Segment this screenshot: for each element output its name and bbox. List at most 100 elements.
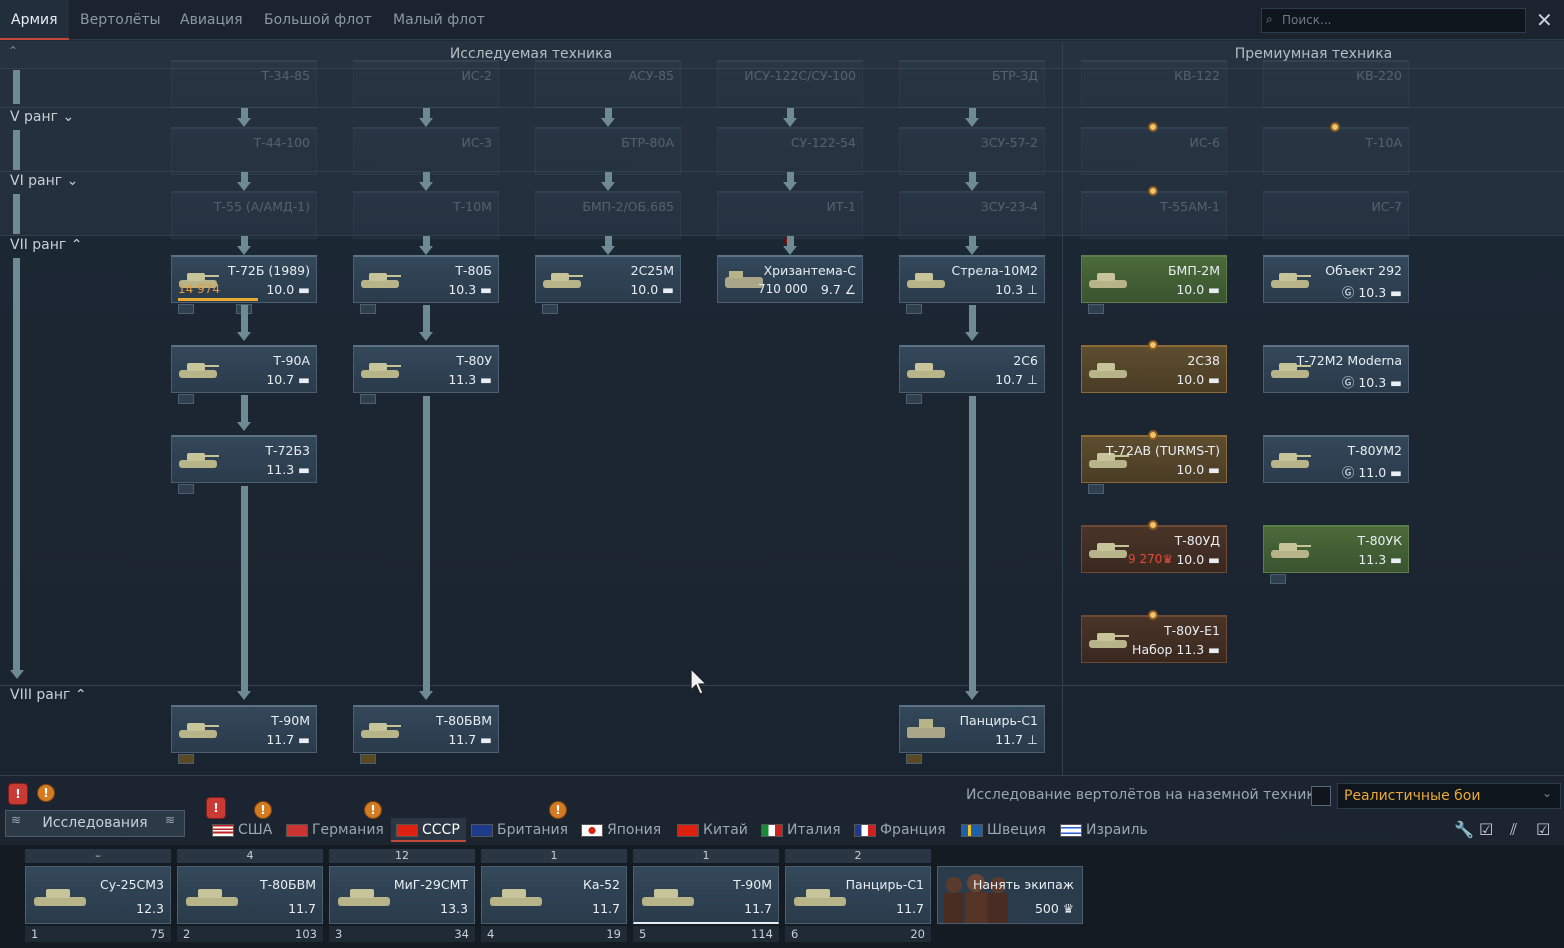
vehicle-card-t80uk[interactable]: Т-80УК 11.3 ▬: [1263, 525, 1409, 584]
hire-crew-button[interactable]: Нанять экипаж 500 ♛: [937, 866, 1083, 924]
rank-label-8[interactable]: VIII ранг ⌃: [10, 687, 87, 703]
crew-points: 34: [454, 927, 469, 941]
vehicle-card-locked[interactable]: БТР-ЗД: [899, 60, 1045, 108]
vehicle-name: ИСУ-122С/СУ-100: [744, 68, 856, 83]
vehicle-card-locked[interactable]: БТР-80А: [535, 127, 681, 175]
slot-vehicle-card[interactable]: Су-25СМ3 12.3: [25, 866, 171, 924]
vehicle-card-bmp2m[interactable]: БМП-2М 10.0 ▬: [1081, 255, 1227, 314]
nation-tab-italy[interactable]: Италия: [761, 818, 841, 842]
vehicle-card-khrizantema[interactable]: Хризантема-С 710 000 9.7 ∠: [717, 255, 863, 303]
vehicle-card-t80bvm[interactable]: Т-80БВМ 11.7 ▬: [353, 705, 499, 764]
tank-icon: [179, 453, 219, 468]
tab-bluewater-fleet[interactable]: Большой флот: [264, 0, 372, 40]
crew-slot[interactable]: 4 Т-80БВМ 11.7 2 103: [177, 849, 323, 942]
checkmark-box-icon[interactable]: ☑: [1479, 820, 1493, 839]
crew-slot[interactable]: 1 Т-90М 11.7 5 114: [633, 849, 779, 942]
nation-tab-britain[interactable]: Британия: [471, 818, 568, 842]
rank-label-7[interactable]: VII ранг ⌃: [10, 237, 82, 253]
battle-rating: 10.0 ▬: [266, 282, 310, 297]
chevron-down-icon[interactable]: ⌄: [1542, 786, 1552, 800]
wrench-icon[interactable]: 🔧: [1454, 820, 1474, 839]
game-mode-select[interactable]: Реалистичные бои: [1337, 783, 1561, 809]
rank-arrow-icon: [10, 670, 24, 679]
vehicle-card-t90a[interactable]: Т-90А 10.7 ▬: [171, 345, 317, 404]
vehicle-card-locked[interactable]: Т-10А: [1263, 127, 1409, 175]
nation-tab-israel[interactable]: Израиль: [1060, 818, 1148, 842]
vehicle-card-t80ud[interactable]: Т-80УД 9 270♛ 10.0 ▬: [1081, 525, 1227, 573]
close-icon[interactable]: ✕: [1536, 8, 1553, 32]
slot-vehicle-card[interactable]: МиГ-29СМТ 13.3: [329, 866, 475, 924]
slot-vehicle-card[interactable]: Т-80БВМ 11.7: [177, 866, 323, 924]
vehicle-card-locked[interactable]: АСУ-85: [535, 60, 681, 108]
vehicle-card-2s25m[interactable]: 2С25М 10.0 ▬: [535, 255, 681, 314]
vehicle-card-t90m[interactable]: Т-90М 11.7 ▬: [171, 705, 317, 764]
vehicle-card-locked[interactable]: ИС-2: [353, 60, 499, 108]
collapse-all-icon[interactable]: ⌃: [8, 44, 18, 58]
rank-label-5[interactable]: V ранг ⌄: [10, 109, 74, 125]
vehicle-card-t72b-1989[interactable]: Т-72Б (1989) 14 974 10.0 ▬: [171, 255, 317, 314]
vehicle-card-locked[interactable]: Т-44-100: [171, 127, 317, 175]
vehicle-name: ИТ-1: [826, 199, 856, 214]
vehicle-card-locked[interactable]: ИТ-1: [717, 191, 863, 239]
alert-icon[interactable]: !: [8, 783, 28, 805]
heli-research-checkbox[interactable]: [1311, 786, 1331, 806]
vehicle-card-strela-10m2[interactable]: Стрела-10М2 10.3 ⊥: [899, 255, 1045, 314]
search-input[interactable]: Поиск...: [1261, 8, 1526, 33]
repair-all-icon[interactable]: ⫽: [1510, 820, 1517, 840]
nation-tab-ussr[interactable]: СССР: [391, 818, 466, 842]
tree-arrow: [419, 246, 433, 255]
vehicle-card-locked[interactable]: ИС-3: [353, 127, 499, 175]
tab-aviation[interactable]: Авиация: [180, 0, 243, 40]
mouse-cursor-icon: [690, 668, 708, 695]
vehicle-card-t72m2-moderna[interactable]: Т-72М2 Moderna Ⓖ 10.3 ▬: [1263, 345, 1409, 393]
vehicle-card-locked[interactable]: Т-34-85: [171, 60, 317, 108]
nation-tab-china[interactable]: Китай: [677, 818, 748, 842]
crew-slot[interactable]: 2 Панцирь-С1 11.7 6 20: [785, 849, 931, 942]
vehicle-card-t80u-e1[interactable]: Т-80У-Е1 Набор 11.3 ▬: [1081, 615, 1227, 663]
checkmark-box-icon[interactable]: ☑: [1536, 820, 1550, 839]
tab-helicopters[interactable]: Вертолёты: [80, 0, 161, 40]
vehicle-card-locked[interactable]: КВ-220: [1263, 60, 1409, 108]
premium-marker-icon: [1148, 520, 1158, 530]
nation-tab-france[interactable]: Франция: [854, 818, 946, 842]
slot-vehicle-card[interactable]: Т-90М 11.7: [633, 866, 779, 924]
vehicle-card-object-292[interactable]: Объект 292 Ⓖ 10.3 ▬: [1263, 255, 1409, 303]
vehicle-card-locked[interactable]: ЗСУ-57-2: [899, 127, 1045, 175]
vehicle-card-t80b[interactable]: Т-80Б 10.3 ▬: [353, 255, 499, 314]
tab-army[interactable]: Армия: [0, 0, 69, 40]
vehicle-card-locked[interactable]: СУ-122-54: [717, 127, 863, 175]
tree-line: [969, 305, 976, 333]
vehicle-card-t80um2[interactable]: Т-80УМ2 Ⓖ 11.0 ▬: [1263, 435, 1409, 483]
tab-coastal-fleet[interactable]: Малый флот: [393, 0, 485, 40]
vehicle-card-t72b3[interactable]: Т-72Б3 11.3 ▬: [171, 435, 317, 494]
vehicle-card-locked[interactable]: ИСУ-122С/СУ-100: [717, 60, 863, 108]
crew-slot[interactable]: 12 МиГ-29СМТ 13.3 3 34: [329, 849, 475, 942]
vehicle-card-locked[interactable]: БМП-2/ОБ.685: [535, 191, 681, 239]
slot-vehicle-card[interactable]: Панцирь-С1 11.7: [785, 866, 931, 924]
nation-tab-japan[interactable]: Япония: [581, 818, 661, 842]
vehicle-card-locked[interactable]: ЗСУ-23-4: [899, 191, 1045, 239]
vehicle-card-locked[interactable]: Т-10М: [353, 191, 499, 239]
warning-icon[interactable]: !: [37, 784, 55, 802]
vehicle-card-t72av-turms[interactable]: Т-72АВ (TURMS-T) 10.0 ▬: [1081, 435, 1227, 494]
vehicle-card-locked[interactable]: КВ-122: [1081, 60, 1227, 108]
vehicle-card-2s38[interactable]: 2С38 10.0 ▬: [1081, 345, 1227, 393]
vehicle-card-pantsir-s1[interactable]: Панцирь-С1 11.7 ⊥: [899, 705, 1045, 764]
nation-tab-germany[interactable]: Германия: [286, 818, 384, 842]
vehicle-card-locked[interactable]: Т-55АМ-1: [1081, 191, 1227, 239]
vehicle-card-locked[interactable]: Т-55 (А/АМД-1): [171, 191, 317, 239]
vehicle-card-locked[interactable]: ИС-7: [1263, 191, 1409, 239]
rank-progress-bar: [13, 258, 20, 670]
vehicle-card-2s6[interactable]: 2С6 10.7 ⊥: [899, 345, 1045, 404]
vehicle-card-locked[interactable]: ИС-6: [1081, 127, 1227, 175]
vehicle-name: ИС-3: [461, 135, 492, 150]
vehicle-card-t80u[interactable]: Т-80У 11.3 ▬: [353, 345, 499, 404]
nation-tab-sweden[interactable]: Швеция: [961, 818, 1046, 842]
research-button[interactable]: Исследования: [5, 810, 185, 837]
slot-vehicle-card[interactable]: Ка-52 11.7: [481, 866, 627, 924]
crew-slot[interactable]: – Су-25СМ3 12.3 1 75: [25, 849, 171, 942]
rank-label-6[interactable]: VI ранг ⌄: [10, 173, 78, 189]
nation-tab-usa[interactable]: США: [212, 818, 272, 842]
tree-arrow: [965, 118, 979, 127]
crew-slot[interactable]: 1 Ка-52 11.7 4 19: [481, 849, 627, 942]
